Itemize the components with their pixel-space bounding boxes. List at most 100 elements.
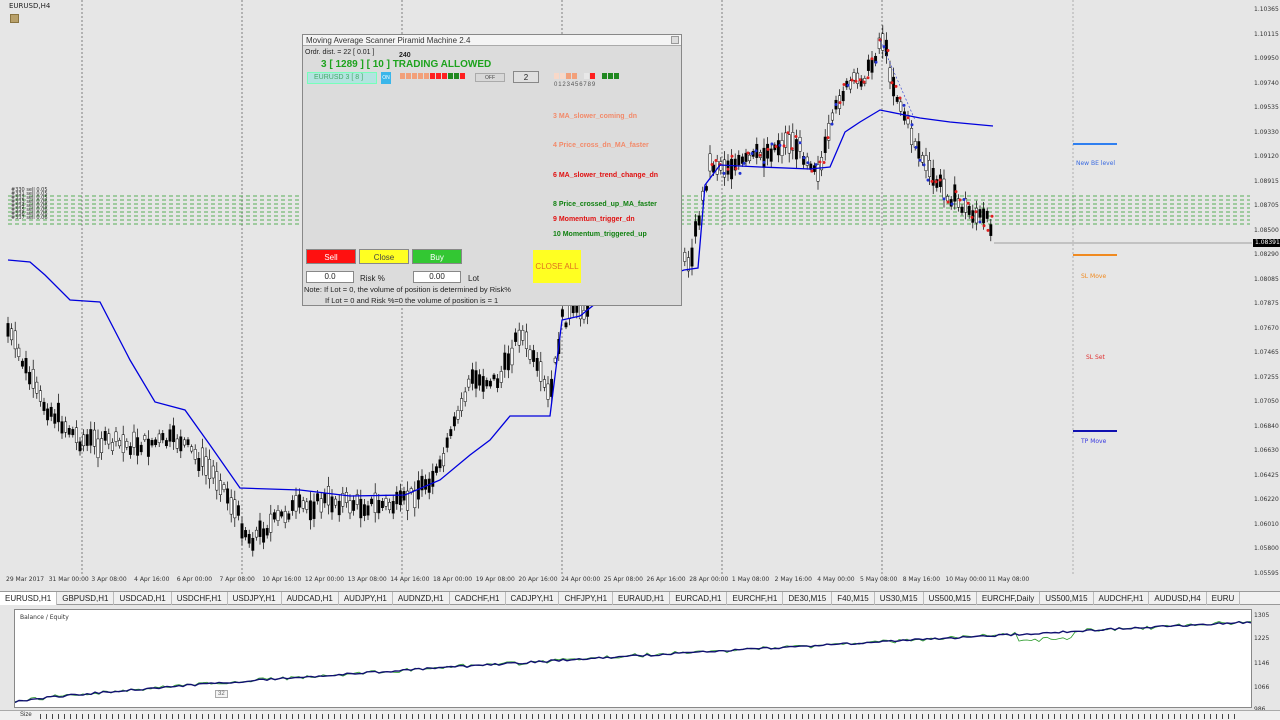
chart-tab[interactable]: CHFJPY,H1 (559, 592, 614, 605)
chart-tab[interactable]: AUDCAD,H1 (282, 592, 339, 605)
order-distance: Ordr. dist. = 22 [ 0.01 ] (305, 49, 375, 56)
chart-tab[interactable]: AUDUSD,H4 (1149, 592, 1207, 605)
time-axis[interactable]: 29 Mar 2017 31 Mar 00:00 3 Apr 08:00 4 Apr … (0, 576, 1252, 588)
time-tick: 14 Apr 16:00 (390, 576, 430, 583)
chart-tab[interactable]: EURU (1207, 592, 1241, 605)
candle-body (337, 500, 341, 516)
sell-button[interactable]: Sell (306, 249, 356, 264)
expert-icon[interactable] (10, 14, 19, 23)
number-button[interactable]: 2 (513, 71, 539, 83)
chart-symbol-title: EURUSD,H4 (9, 2, 51, 10)
close-all-button[interactable]: CLOSE ALL (533, 250, 581, 283)
indicator-square (454, 73, 459, 79)
chart-tab[interactable]: USDCAD,H1 (114, 592, 172, 605)
candle-body (179, 436, 183, 452)
candle-body (510, 347, 514, 366)
trade-marker (722, 171, 726, 175)
ea-panel-title-text: Moving Average Scanner Piramid Machine 2… (306, 36, 471, 45)
time-tick: 25 Apr 08:00 (603, 576, 643, 583)
chart-tab[interactable]: USDJPY,H1 (228, 592, 282, 605)
candle-body (564, 322, 568, 328)
size-label: Size (20, 712, 32, 718)
chart-tab[interactable]: US500,M15 (1040, 592, 1094, 605)
price-tick: 1.07465 (1254, 349, 1279, 356)
signal-square (590, 73, 595, 79)
trade-marker (966, 201, 970, 205)
candle-body (20, 360, 24, 367)
chart-tab[interactable]: US500,M15 (924, 592, 977, 605)
candle-body (103, 431, 107, 441)
time-tick: 12 Apr 00:00 (304, 576, 345, 583)
chart-tab[interactable]: AUDJPY,H1 (339, 592, 393, 605)
chart-tab[interactable]: EURCAD,H1 (670, 592, 728, 605)
lot-label: Lot (468, 274, 480, 283)
risk-input[interactable]: 0.0 (306, 271, 354, 283)
candle-body (899, 101, 903, 112)
chart-tab[interactable]: AUDNZD,H1 (393, 592, 450, 605)
equity-scale-tick: 1146 (1254, 660, 1270, 667)
candle-body (496, 378, 500, 388)
trade-marker (802, 156, 806, 160)
candle-body (114, 431, 118, 442)
sl-set-label: SL Set (1086, 354, 1105, 361)
close-button[interactable]: Close (359, 249, 409, 264)
chart-tab[interactable]: GBPUSD,H1 (57, 592, 115, 605)
indicator-square (448, 73, 453, 79)
time-tick: 5 May 08:00 (860, 576, 898, 583)
candle-body (960, 206, 964, 213)
trade-marker (986, 228, 990, 232)
trade-marker (938, 178, 942, 182)
symbol-box[interactable]: EURUSD 3 [ 8 ] (307, 72, 377, 84)
chart-tab[interactable]: US30,M15 (875, 592, 924, 605)
candle-body (830, 112, 834, 121)
on-toggle-button[interactable]: ON (381, 72, 391, 84)
chart-tab[interactable]: USDCHF,H1 (172, 592, 228, 605)
candle-body (222, 484, 226, 491)
price-scale[interactable]: 1.10365 1.10115 1.09950 1.09740 1.09535 1.093… (1252, 0, 1280, 578)
candle-body (280, 511, 284, 517)
buy-button[interactable]: Buy (412, 249, 462, 264)
chart-tab[interactable]: EURCHF,H1 (727, 592, 784, 605)
chart-tab[interactable]: EURCHF,Daily (977, 592, 1041, 605)
time-tick: 28 Apr 00:00 (689, 576, 729, 583)
time-tick: 10 Apr 16:00 (262, 576, 302, 583)
candle-body (704, 186, 708, 191)
time-tick: 31 Mar 00:00 (48, 576, 89, 583)
candle-body (298, 494, 302, 508)
trade-marker (762, 160, 766, 164)
chart-tab[interactable]: F40,M15 (832, 592, 875, 605)
candle-body (17, 347, 21, 357)
candle-body (308, 500, 312, 521)
indicator-square (406, 73, 411, 79)
price-chart[interactable]: EURUSD,H4 1.10365 1.10115 1.09950 1.09740 1.… (0, 0, 1280, 590)
chart-tab[interactable]: AUDCHF,H1 (1094, 592, 1150, 605)
off-toggle-button[interactable]: OFF (475, 73, 505, 82)
trade-marker (782, 144, 786, 148)
candle-body (726, 160, 730, 175)
signal-square (554, 73, 559, 79)
candle-body (546, 383, 550, 400)
candle-body (13, 330, 17, 350)
candle-body (748, 154, 752, 162)
balance-equity-chart[interactable]: Balance / Equity 32 (14, 609, 1252, 708)
close-icon[interactable] (671, 36, 679, 44)
price-tick: 1.10115 (1254, 30, 1279, 38)
ea-panel-title[interactable]: Moving Average Scanner Piramid Machine 2… (303, 35, 681, 46)
chart-tab[interactable]: EURAUD,H1 (613, 592, 671, 605)
candle-body (67, 428, 71, 435)
trade-marker (750, 151, 754, 155)
candle-body (132, 431, 136, 448)
chart-tab[interactable]: DE30,M15 (783, 592, 833, 605)
candle-body (38, 390, 42, 402)
trade-marker (942, 197, 946, 201)
ea-panel[interactable]: Moving Average Scanner Piramid Machine 2… (302, 34, 682, 306)
candle-body (488, 380, 492, 387)
signal-label: 8 Price_crossed_up_MA_faster (553, 201, 657, 208)
chart-tab[interactable]: CADCHF,H1 (450, 592, 506, 605)
chart-tab[interactable]: EURUSD,H1 (0, 592, 58, 605)
candle-body (197, 458, 201, 471)
lot-input[interactable]: 0.00 (413, 271, 461, 283)
chart-tab[interactable]: CADJPY,H1 (506, 592, 560, 605)
candle-body (193, 449, 197, 460)
signal-label: 10 Momentum_triggered_up (553, 231, 647, 238)
